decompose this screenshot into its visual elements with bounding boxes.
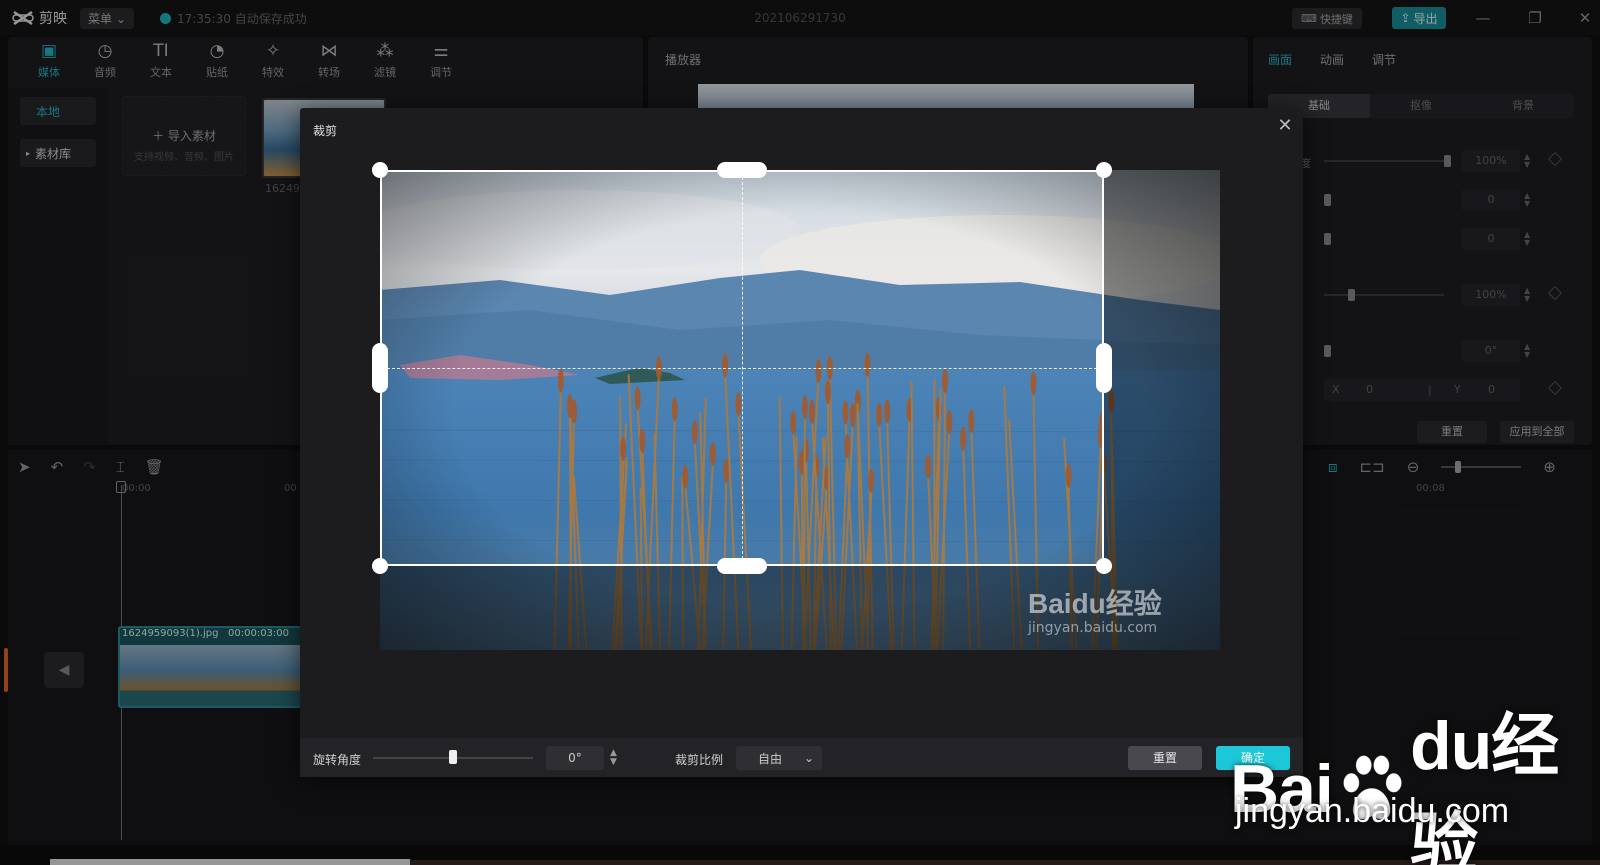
rotation-label: 旋转角度 [313,753,362,767]
crop-handle-right[interactable] [1096,343,1112,393]
crop-handle-top-left[interactable] [372,162,388,178]
close-icon[interactable]: ✕ [1274,115,1296,137]
crop-reset-button[interactable]: 重置 [1128,746,1202,770]
crop-mask-bottom [380,566,1104,650]
chevron-down-icon: ⌄ [803,751,814,765]
ratio-value: 自由 [758,751,783,766]
crop-handle-top[interactable] [717,162,767,178]
watermark-text-right: du经验 [1410,708,1559,865]
crop-handle-left[interactable] [372,343,388,393]
rotation-value-field[interactable]: 0° [546,746,604,770]
crop-dialog-title: 裁剪 [313,124,338,138]
crop-mask-right [1104,170,1220,650]
crop-handle-bottom-left[interactable] [372,558,388,574]
rotation-slider-knob[interactable] [449,750,457,764]
crop-grid-horizontal [382,368,1102,369]
watermark-brand-small: Baidu经验 [1028,588,1162,619]
ratio-select[interactable]: 自由 ⌄ [736,746,822,770]
crop-handle-top-right[interactable] [1096,162,1112,178]
watermark-url-large: jingyan.baidu.com [1235,792,1510,830]
rotation-stepper-icon[interactable]: ▲ ▼ [610,749,617,767]
crop-handle-bottom[interactable] [717,558,767,574]
ratio-label: 裁剪比例 [675,753,724,767]
watermark-url-small: jingyan.baidu.com [1028,620,1158,636]
watermark-brand-large: Bai du经验 [1230,690,1600,865]
crop-handle-bottom-right[interactable] [1096,558,1112,574]
